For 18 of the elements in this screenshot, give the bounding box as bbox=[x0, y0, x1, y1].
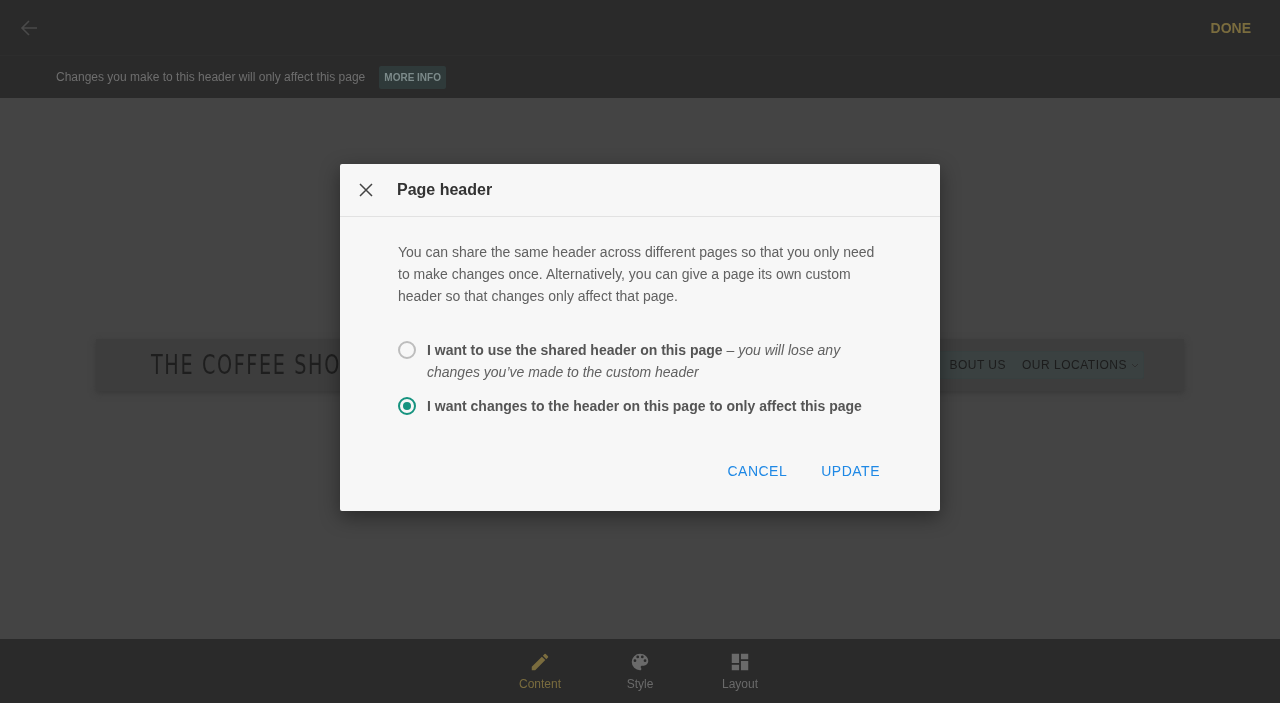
radio-label: I want to use the shared header on this page – you will lose any changes you’ve made to the custom header bbox=[427, 341, 842, 382]
toolbar-tab[interactable]: Style bbox=[610, 639, 670, 703]
radio-button[interactable] bbox=[398, 397, 416, 415]
toolbar-tab[interactable]: Layout bbox=[710, 639, 770, 703]
layout-icon bbox=[729, 651, 751, 673]
palette-icon bbox=[629, 651, 651, 673]
more-info-button[interactable]: MORE INFO bbox=[379, 65, 446, 89]
toolbar-tab[interactable]: Content bbox=[510, 639, 570, 703]
cancel-button[interactable]: CANCEL bbox=[715, 455, 800, 487]
update-button[interactable]: UPDATE bbox=[809, 455, 892, 487]
radio-button[interactable] bbox=[398, 341, 416, 359]
done-button[interactable]: DONE bbox=[1210, 19, 1251, 36]
dialog-description: You can share the same header across different pages so that you only need to make changes once. Alternatively, you can give a page its own custom header so that changes only affect that page. bbox=[398, 243, 876, 306]
radio-label: I want changes to the header on this page to only affect this page bbox=[427, 397, 862, 416]
dialog-title: Page header bbox=[397, 181, 493, 199]
pencil-icon bbox=[529, 651, 551, 673]
close-icon[interactable] bbox=[359, 183, 373, 197]
notice-text: Changes you make to this header will only affect this page bbox=[56, 70, 366, 84]
